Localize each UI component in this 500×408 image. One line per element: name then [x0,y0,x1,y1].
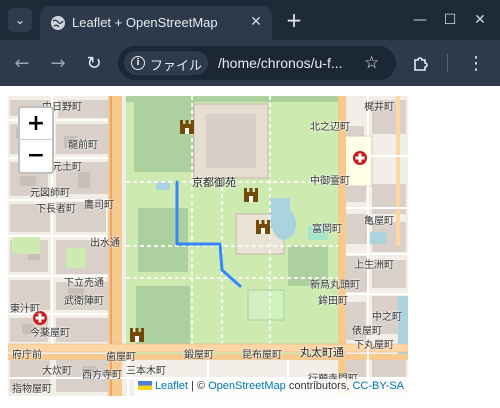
map-label: 新烏丸頭町 [310,280,360,291]
maximize-icon[interactable]: ☐ [440,10,460,30]
info-icon: i [131,56,145,70]
page-content: 中日野町 龍前町 元土町 元図師町 下長者町 鷹司町 出水通 下立売通 武衛陣町… [0,86,500,408]
map-label: 歯屋町 [106,352,136,363]
chevron-down-icon: ⌄ [14,13,26,27]
map-label: 武衛陣町 [64,296,104,307]
map-label: 亀屋町 [364,216,394,227]
zoom-out-button[interactable]: − [20,140,52,171]
zoom-in-button[interactable]: + [20,108,52,140]
map-label: 西方寺町 [82,370,122,381]
leaflet-map[interactable]: 中日野町 龍前町 元土町 元図師町 下長者町 鷹司町 出水通 下立売通 武衛陣町… [8,96,408,396]
address-bar[interactable]: i ファイル /home/chronos/u-f... ☆ [118,46,396,80]
tab-active[interactable]: Leaflet + OpenStreetMap ✕ [40,6,272,40]
reload-icon[interactable]: ↻ [82,51,106,75]
tab-strip: ⌄ Leaflet + OpenStreetMap ✕ + — ☐ ✕ [0,0,500,40]
back-arrow-icon[interactable]: ← [10,51,34,75]
map-label: 北之辺町 [310,122,350,133]
map-label: 京都御苑 [192,176,236,189]
map-label: 指物屋町 [12,384,52,395]
castle-icon [180,120,194,134]
map-label: 丸太町通 [300,346,344,359]
flag-icon [137,380,152,390]
map-label: 東汁町 [10,304,40,315]
map-label: 中之町 [372,312,402,323]
map-label: 三本木町 [126,366,166,377]
map-label: 鍛屋町 [184,350,214,361]
site-info-chip[interactable]: i ファイル [124,51,208,75]
castle-icon [244,188,258,202]
map-label: 鉾田町 [318,296,348,307]
leaflet-link[interactable]: Leaflet [155,380,188,392]
map-attribution: Leaflet | © OpenStreetMap contributors, … [133,379,408,396]
extensions-icon[interactable] [410,52,432,74]
contributors-text: contributors, [288,380,350,392]
map-label: 龍前町 [68,140,98,151]
tab-title: Leaflet + OpenStreetMap [72,15,218,30]
minimize-icon[interactable]: — [410,10,430,30]
kebab-menu-icon[interactable]: ⋮ [466,52,486,74]
map-label: 下立売通 [64,278,104,289]
plus-icon[interactable]: + [282,8,306,32]
map-label: 中御霊町 [310,176,350,187]
map-label: 元図師町 [30,188,70,199]
map-label: 下丸屋町 [354,340,394,351]
window-close-icon[interactable]: ✕ [470,10,490,30]
map-label: 上生洲町 [354,260,394,271]
license-link[interactable]: CC-BY-SA [352,380,404,392]
castle-icon [256,220,270,234]
map-label: 大炊町 [42,366,72,377]
map-label: 昆布屋町 [242,350,282,361]
castle-icon [130,328,144,342]
map-label: 今薬屋町 [30,328,70,339]
close-icon[interactable]: ✕ [246,12,266,32]
map-label: 鷹司町 [84,200,114,211]
globe-icon [51,16,65,30]
hospital-icon [353,151,367,165]
map-label: 府庁前 [12,350,42,361]
tab-search-button[interactable]: ⌄ [8,8,32,32]
zoom-control: + − [18,106,54,174]
url-text[interactable]: /home/chronos/u-f... [218,55,343,71]
star-icon[interactable]: ☆ [364,53,379,73]
browser-toolbar: ← → ↻ i ファイル /home/chronos/u-f... ☆ ⋮ [0,40,500,86]
map-label: 元土町 [52,162,82,173]
copyright-symbol: © [196,380,206,392]
map-label: 俵屋町 [352,326,382,337]
attribution-separator: | [191,380,194,392]
map-label: 出水通 [90,238,120,249]
forward-arrow-icon[interactable]: → [46,51,70,75]
osm-link[interactable]: OpenStreetMap [208,380,286,392]
site-chip-label: ファイル [150,59,203,74]
map-label: 下長者町 [36,204,76,215]
map-label: 富岡町 [312,224,342,235]
toolbar-divider [447,54,448,72]
map-label: 梶井町 [364,102,394,113]
puzzle-shape [414,57,428,71]
